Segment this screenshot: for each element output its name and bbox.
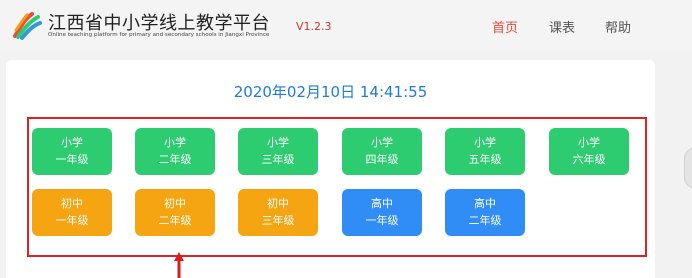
grade-name-label: 二年级	[158, 153, 192, 166]
grade-button-primary-5[interactable]: 小学 五年级	[445, 128, 525, 175]
grade-button-senior-1[interactable]: 高中 一年级	[342, 189, 422, 236]
nav-schedule[interactable]: 课表	[549, 17, 575, 36]
grade-level-label: 初中	[267, 197, 289, 210]
grade-name-label: 一年级	[55, 153, 89, 166]
grade-button-primary-3[interactable]: 小学 三年级	[238, 128, 318, 175]
grade-level-label: 高中	[474, 197, 496, 210]
grade-level-label: 小学	[578, 136, 600, 149]
grade-level-label: 小学	[267, 136, 289, 149]
grade-level-label: 初中	[164, 197, 186, 210]
main-panel: 2020年02月10日 14:41:55 小学 一年级 小学 二年级 小学 三年…	[6, 60, 655, 278]
red-arrow-up-icon	[174, 252, 184, 278]
nav-help[interactable]: 帮助	[605, 17, 631, 36]
grade-button-primary-2[interactable]: 小学 二年级	[135, 128, 215, 175]
grade-level-label: 小学	[474, 136, 496, 149]
grade-name-label: 二年级	[158, 214, 192, 227]
grade-button-primary-6[interactable]: 小学 六年级	[549, 128, 629, 175]
grade-name-label: 二年级	[468, 214, 502, 227]
grade-level-label: 初中	[61, 197, 83, 210]
grade-button-junior-2[interactable]: 初中 二年级	[135, 189, 215, 236]
colorful-flag-logo-icon	[13, 12, 42, 40]
site-subtitle: Online teaching platform for primary and…	[48, 32, 270, 38]
grade-button-junior-1[interactable]: 初中 一年级	[32, 189, 112, 236]
version-label: V1.2.3	[296, 20, 332, 33]
grade-name-label: 一年级	[55, 214, 89, 227]
grade-name-label: 五年级	[468, 153, 502, 166]
grade-level-label: 小学	[61, 136, 83, 149]
grade-button-primary-1[interactable]: 小学 一年级	[32, 128, 112, 175]
grade-button-junior-3[interactable]: 初中 三年级	[238, 189, 318, 236]
grade-name-label: 三年级	[261, 153, 295, 166]
grade-level-label: 高中	[371, 197, 393, 210]
nav-home[interactable]: 首页	[492, 17, 518, 36]
grade-level-label: 小学	[371, 136, 393, 149]
side-scroll-handle[interactable]	[684, 148, 692, 188]
grade-name-label: 三年级	[261, 214, 295, 227]
grade-button-senior-2[interactable]: 高中 二年级	[445, 189, 525, 236]
grade-name-label: 四年级	[365, 153, 399, 166]
current-datetime: 2020年02月10日 14:41:55	[233, 83, 428, 101]
grade-button-primary-4[interactable]: 小学 四年级	[342, 128, 422, 175]
header: 江西省中小学线上教学平台 Online teaching platform fo…	[0, 0, 692, 50]
grade-name-label: 六年级	[572, 153, 606, 166]
grade-name-label: 一年级	[365, 214, 399, 227]
grade-level-label: 小学	[164, 136, 186, 149]
